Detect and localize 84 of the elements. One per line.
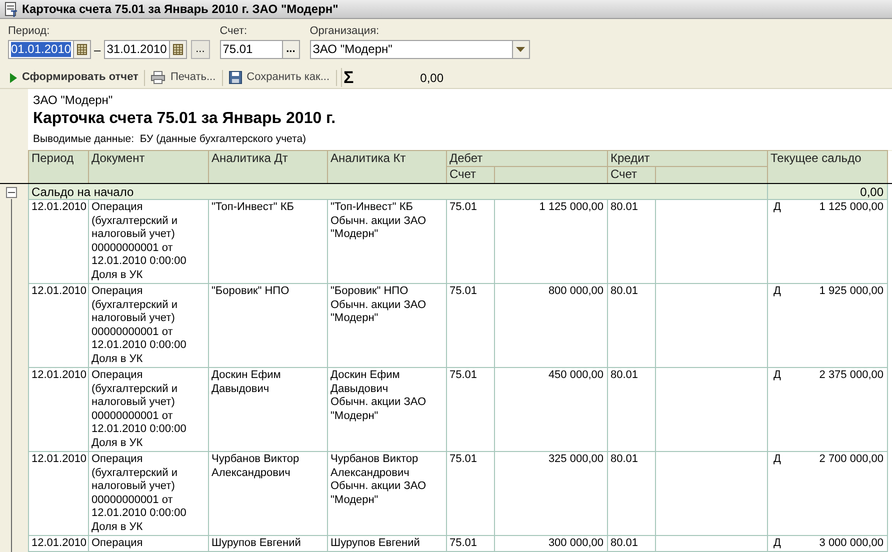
organization-name: ЗАО "Модерн" bbox=[33, 93, 113, 107]
table-cell: 75.01 bbox=[446, 368, 494, 452]
table-cell: Операция (бухгалтерский и налоговый учет) 00000000001 от 12.01.2010 0:00:00 Доля в УК bbox=[88, 452, 208, 536]
table-cell: Операция (бухгалтерский и налоговый учет) 00000000001 от 12.01.2010 0:00:00 Доля в УК bbox=[88, 200, 208, 284]
organization-dropdown[interactable]: ЗАО "Модерн" bbox=[310, 40, 530, 59]
collapse-toggle[interactable] bbox=[6, 187, 17, 198]
column-header: Дебет bbox=[446, 150, 607, 166]
table-cell: Доскин Ефим Давыдович Обычн. акции ЗАО "Модерн" bbox=[327, 368, 446, 452]
table-cell: 450 000,00 bbox=[494, 368, 607, 452]
table-cell: 75.01 bbox=[446, 536, 494, 552]
column-header: Счет bbox=[607, 166, 655, 184]
table-cell: 80.01 bbox=[607, 536, 655, 552]
print-button[interactable]: Печать... bbox=[149, 68, 218, 88]
table-cell: Операция (бухгалтерский и налоговый учет) 00000000001 от 12.01.2010 0:00:00 Доля в УК bbox=[88, 284, 208, 368]
balance-side: Д bbox=[772, 285, 781, 298]
date-field[interactable]: 31.01.2010 bbox=[104, 40, 187, 59]
select-button[interactable]: ... bbox=[190, 40, 210, 59]
table-cell: "Топ-Инвест" КБ Обычн. акции ЗАО "Модерн" bbox=[327, 200, 446, 284]
column-header: Кредит bbox=[607, 150, 767, 166]
table-cell: 1 125 000,00 bbox=[494, 200, 607, 284]
table-cell: 12.01.2010 bbox=[28, 368, 88, 452]
field-label: Организация: bbox=[310, 24, 380, 38]
window-title: Карточка счета 75.01 за Январь 2010 г. ЗАО "Модерн" bbox=[22, 1, 338, 18]
table-cell: Чурбанов Виктор Александрович bbox=[208, 452, 327, 536]
table-cell: 325 000,00 bbox=[494, 452, 607, 536]
table-cell: "Боровик" НПО Обычн. акции ЗАО "Модерн" bbox=[327, 284, 446, 368]
date-field[interactable]: 01.01.2010 bbox=[8, 40, 91, 59]
column-header: Период bbox=[28, 150, 88, 184]
account-field[interactable]: 75.01 ... bbox=[220, 40, 300, 59]
play-icon bbox=[10, 72, 17, 82]
table-cell: 80.01 bbox=[607, 200, 655, 284]
table-cell: 75.01 bbox=[446, 452, 494, 536]
generate-report-button[interactable]: Сформировать отчет bbox=[8, 68, 140, 88]
calendar-button[interactable] bbox=[168, 41, 186, 58]
table-cell: 80.01 bbox=[607, 452, 655, 536]
table-cell: Шурупов Евгений bbox=[327, 536, 446, 552]
table-cell: 80.01 bbox=[607, 368, 655, 452]
table-cell: Шурупов Евгений bbox=[208, 536, 327, 552]
table-cell: 300 000,00 bbox=[494, 536, 607, 552]
table-cell: 80.01 bbox=[607, 284, 655, 368]
balance-side: Д bbox=[772, 453, 781, 466]
column-header: Текущее сальдо bbox=[767, 150, 887, 184]
balance-side: Д bbox=[772, 537, 781, 550]
table-cell: 12.01.2010 bbox=[28, 452, 88, 536]
field-label: Счет: bbox=[220, 24, 248, 38]
table-cell: Операция bbox=[88, 536, 208, 552]
save-as-button[interactable]: Сохранить как... bbox=[226, 68, 332, 88]
output-data-note: Выводимые данные: БУ (данные бухгалтерского учета) bbox=[33, 132, 306, 146]
opening-balance-label: Сальдо на начало bbox=[28, 184, 767, 200]
balance-amount: 1 125 000,00 bbox=[819, 201, 884, 214]
balance-side: Д bbox=[772, 201, 781, 214]
column-header: Аналитика Дт bbox=[208, 150, 327, 184]
printer-icon bbox=[151, 71, 166, 84]
calendar-icon bbox=[172, 44, 183, 55]
table-cell: 12.01.2010 bbox=[28, 200, 88, 284]
sum-value: 0,00 bbox=[420, 70, 444, 86]
table-cell: Чурбанов Виктор Александрович Обычн. акции ЗАО "Модерн" bbox=[327, 452, 446, 536]
report-title: Карточка счета 75.01 за Январь 2010 г. bbox=[33, 109, 336, 129]
table-cell: Операция (бухгалтерский и налоговый учет) 00000000001 от 12.01.2010 0:00:00 Доля в УК bbox=[88, 368, 208, 452]
table-cell: 800 000,00 bbox=[494, 284, 607, 368]
dash: – bbox=[94, 42, 101, 58]
balance-side: Д bbox=[772, 369, 781, 382]
field-label: Период: bbox=[8, 24, 51, 38]
table-cell: 12.01.2010 bbox=[28, 536, 88, 552]
calendar-icon bbox=[77, 44, 87, 55]
column-header: Аналитика Кт bbox=[327, 150, 446, 184]
table-cell: "Топ-Инвест" КБ bbox=[208, 200, 327, 284]
table-cell: 75.01 bbox=[446, 200, 494, 284]
table-cell: "Боровик" НПО bbox=[208, 284, 327, 368]
document-icon bbox=[4, 2, 18, 16]
balance-amount: 1 925 000,00 bbox=[819, 285, 884, 298]
dropdown-arrow-icon bbox=[516, 47, 526, 52]
balance-amount: 2 700 000,00 bbox=[819, 453, 884, 466]
table-cell: 0,00 bbox=[767, 184, 887, 200]
column-header: Документ bbox=[88, 150, 208, 184]
sigma-icon: Σ bbox=[342, 69, 354, 86]
table-cell: Доскин Ефим Давыдович bbox=[208, 368, 327, 452]
select-button[interactable]: ... bbox=[282, 41, 299, 58]
table-cell: 75.01 bbox=[446, 284, 494, 368]
table-cell: 12.01.2010 bbox=[28, 284, 88, 368]
balance-amount: 2 375 000,00 bbox=[819, 369, 884, 382]
balance-amount: 3 000 000,00 bbox=[819, 537, 884, 550]
calendar-button[interactable] bbox=[73, 41, 90, 58]
column-header: Счет bbox=[446, 166, 494, 184]
